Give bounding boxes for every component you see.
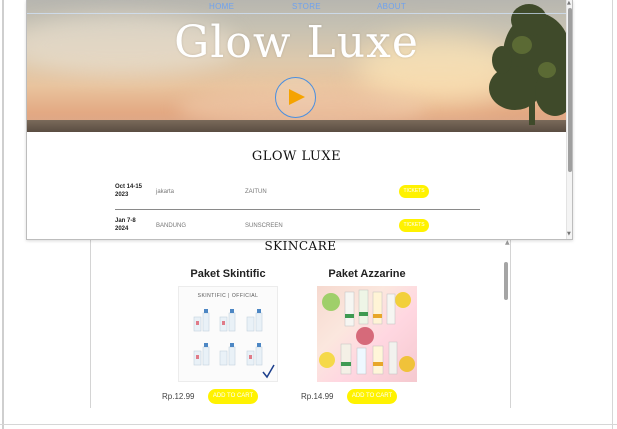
- product-image-skintific[interactable]: SKINTIFIC | OFFICIAL: [178, 286, 278, 382]
- azzarine-products-graphic: [319, 289, 415, 375]
- product-name: Paket Skintific: [190, 268, 266, 280]
- hero-title: Glow Luxe: [174, 17, 419, 68]
- hero-banner: HOME STORE ABOUT Glow Luxe: [27, 0, 566, 132]
- tickets-button[interactable]: TICKETS: [399, 185, 429, 198]
- skincare-heading: SKINCARE: [264, 239, 337, 253]
- glow-luxe-window: HOME STORE ABOUT Glow Luxe GLOW LUXE Oct…: [26, 0, 573, 240]
- product-name: Paket Azzarine: [328, 268, 406, 280]
- nav-home[interactable]: HOME: [209, 2, 234, 11]
- add-to-cart-button[interactable]: ADD TO CART: [208, 389, 258, 404]
- product-card-skintific: Paket Skintific SKINTIFIC | OFFICIAL Rp.…: [162, 268, 294, 407]
- tickets-button[interactable]: TICKETS: [399, 219, 429, 232]
- add-to-cart-button[interactable]: ADD TO CART: [347, 389, 397, 404]
- tour-date: Oct 14-15 2023: [115, 184, 143, 198]
- tour-venue: ZAITUN: [245, 189, 267, 195]
- page-scrollbar[interactable]: ▲ ▼: [566, 0, 572, 239]
- tour-row: Jan 7-8 2024 BANDUNG SUNSCREEN TICKETS: [115, 217, 480, 239]
- tour-venue: SUNSCREEN: [245, 223, 283, 229]
- tour-city: BANDUNG: [156, 223, 187, 229]
- section-heading: GLOW LUXE: [251, 149, 342, 164]
- play-button[interactable]: [275, 77, 316, 118]
- scroll-up-icon[interactable]: ▲: [567, 0, 571, 6]
- product-price: Rp.12.99: [162, 392, 195, 401]
- window-edge-bottom: [0, 424, 617, 425]
- nav-store[interactable]: STORE: [292, 2, 321, 11]
- scroll-down-icon[interactable]: ▼: [567, 231, 571, 237]
- product-image-azzarine[interactable]: [317, 286, 417, 382]
- skincare-window: ▲ SKINCARE Paket Skintific SKINTIFIC | O…: [90, 230, 511, 408]
- product-price: Rp.14.99: [301, 392, 334, 401]
- play-icon: [289, 89, 305, 105]
- tour-date: Jan 7-8 2024: [115, 218, 136, 232]
- window-edge-right: [612, 0, 613, 429]
- skincare-scrollbar[interactable]: [504, 262, 508, 300]
- nav-about[interactable]: ABOUT: [377, 2, 406, 11]
- skintific-bottles-graphic: [193, 309, 275, 379]
- tour-row: Oct 14-15 2023 jakarta ZAITUN TICKETS: [115, 183, 480, 210]
- top-nav: HOME STORE ABOUT: [27, 0, 566, 14]
- scrollbar-thumb[interactable]: [568, 8, 572, 172]
- tour-city: jakarta: [156, 189, 175, 195]
- window-edge-left: [2, 0, 4, 429]
- product-card-azzarine: Paket Azzarine Rp.14.99 ADD TO CART: [301, 268, 433, 407]
